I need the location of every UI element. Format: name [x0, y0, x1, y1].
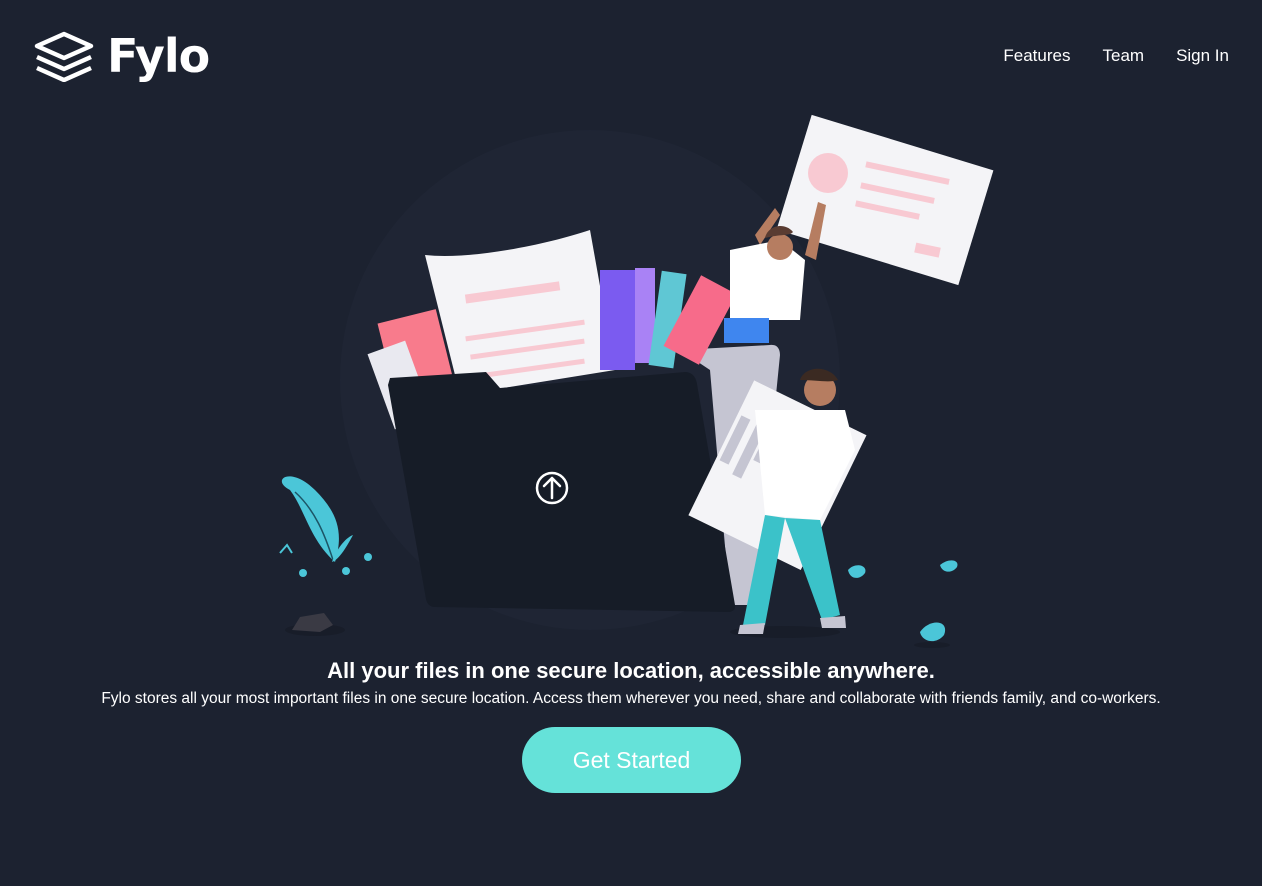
person-top: [724, 114, 994, 343]
scattered-leaves: [848, 560, 958, 648]
brand-name: Fylo: [107, 29, 210, 83]
landing-page: Fylo Features Team Sign In All your file…: [0, 0, 1262, 886]
site-header: Fylo Features Team Sign In: [0, 0, 1262, 110]
get-started-button[interactable]: Get Started: [522, 727, 741, 793]
brand-logo[interactable]: Fylo: [33, 28, 210, 84]
nav-link-features[interactable]: Features: [1003, 44, 1070, 68]
hero-illustration: [279, 114, 994, 648]
plant-left: [279, 476, 372, 636]
layers-logo-icon: [34, 31, 94, 82]
nav-link-sign-in[interactable]: Sign In: [1176, 44, 1229, 68]
hero-headline: All your files in one secure location, a…: [327, 658, 935, 683]
nav-link-team[interactable]: Team: [1102, 44, 1144, 68]
main-nav: Features Team Sign In: [1003, 44, 1229, 68]
hero-description: Fylo stores all your most important file…: [101, 690, 1161, 707]
folder-front: [388, 372, 736, 612]
